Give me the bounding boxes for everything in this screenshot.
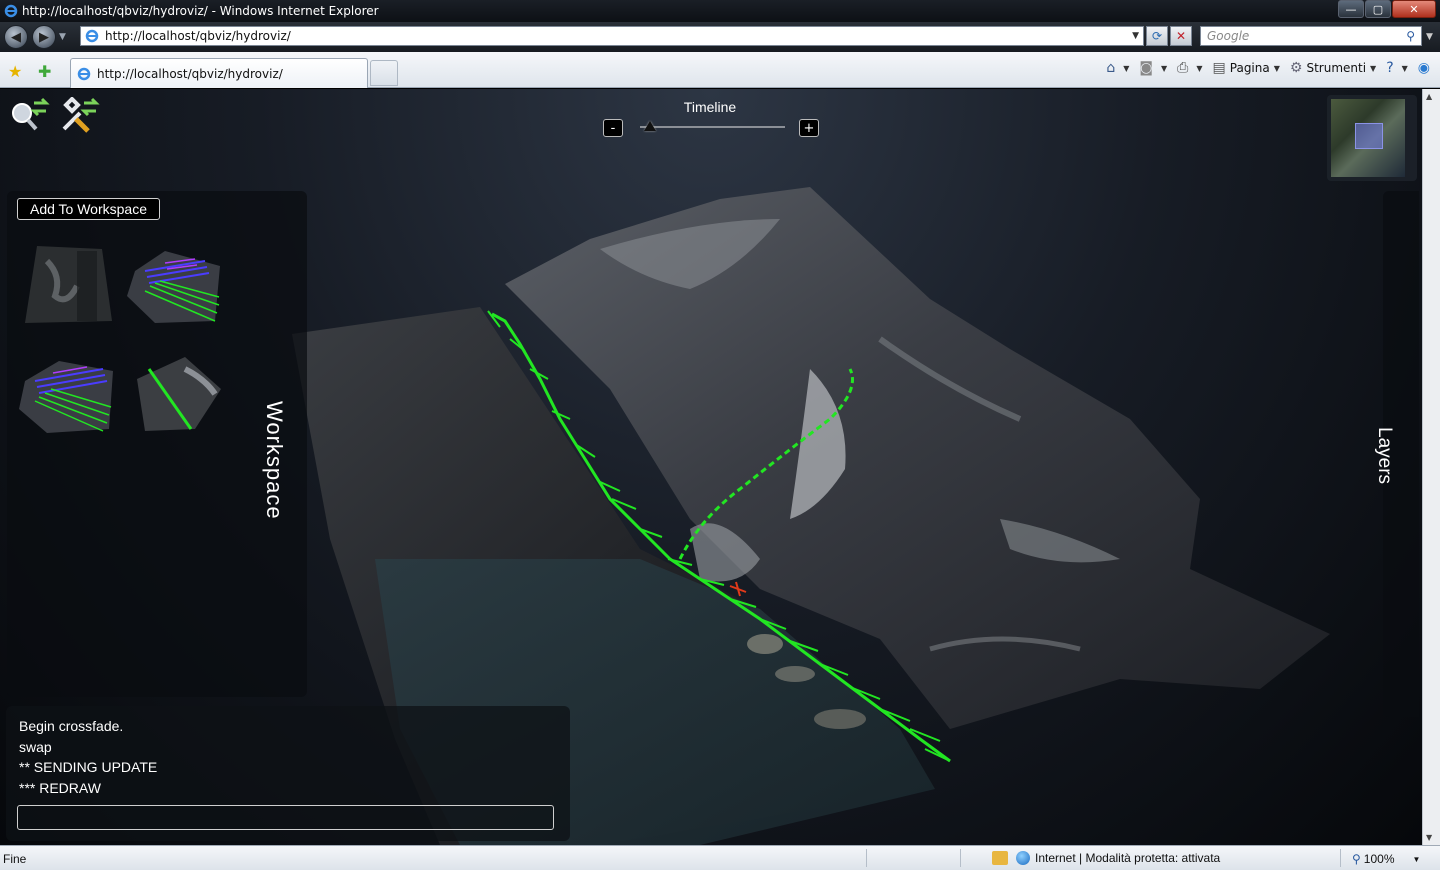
timeline-control: Timeline - + [600,99,822,141]
window-title: http://localhost/qbviz/hydroviz/ - Windo… [22,4,379,18]
timeline-minus-button[interactable]: - [603,119,623,137]
console-line: ** SENDING UPDATE [19,759,158,775]
console-input[interactable] [17,805,554,830]
minimap[interactable] [1327,95,1417,181]
security-zone-label: Internet | Modalità protetta: attivata [1035,851,1221,865]
silverlight-app: Timeline - + Add To Workspace Workspace … [0,89,1422,845]
workspace-thumbnail-terrain-with-path[interactable] [125,349,221,435]
timeline-track[interactable] [640,126,785,128]
title-bar: http://localhost/qbviz/hydroviz/ - Windo… [0,0,1440,22]
forward-button[interactable]: ▶ [32,25,56,49]
stop-button[interactable]: ✕ [1170,26,1192,46]
ie-page-icon [77,67,91,80]
command-items: ⌂ ▼ ◙ ▼ ⎙ ▼ ▤ Pagina ▼ ⚙ Strumenti ▼ ? ▼ ◉ [1096,60,1434,76]
home-button[interactable]: ⌂ ▼ [1106,60,1129,76]
ie-window: http://localhost/qbviz/hydroviz/ - Windo… [0,0,1440,870]
console-line: Begin crossfade. [19,718,124,734]
add-favorite-icon[interactable]: ✚ [38,62,51,81]
status-bar: Fine Internet | Modalità protetta: attiv… [0,845,1440,870]
globe-icon [1016,851,1030,865]
command-bar: ★ ✚ http://localhost/qbviz/hydroviz/ ⌂ ▼ … [0,52,1440,88]
close-button[interactable]: ✕ [1392,0,1436,18]
timeline-label: Timeline [683,99,737,115]
page-menu-label: Pagina [1229,61,1270,75]
back-button[interactable]: ◀ [4,25,28,49]
position-marker [729,581,747,597]
minimap-image [1331,99,1405,177]
workspace-thumbnail-flow-vectors-blue[interactable] [125,241,221,327]
tools-menu-label: Strumenti [1306,61,1367,75]
home-icon: ⌂ [1106,60,1116,76]
console-log: Begin crossfade. swap ** SENDING UPDATE … [19,716,157,798]
print-button[interactable]: ⎙ ▼ [1177,60,1202,76]
console-panel: Begin crossfade. swap ** SENDING UPDATE … [6,706,570,841]
minimap-viewport-indicator[interactable] [1355,123,1383,149]
scroll-up-icon[interactable]: ▲ [1426,92,1432,101]
island [775,666,815,682]
layers-panel-label[interactable]: Layers [1373,427,1395,484]
tools-swap-icon[interactable] [58,97,100,137]
address-dropdown-icon[interactable]: ▼ [1132,31,1139,41]
research-icon: ◉ [1417,60,1430,76]
zoom-control[interactable]: ⚲ 100% ▼ [1352,852,1420,866]
search-icon[interactable]: ⚲ [1406,29,1415,43]
workspace-thumbnail-terrain-photo[interactable] [17,241,113,327]
search-dropdown-icon[interactable]: ▼ [1426,32,1433,42]
add-to-workspace-button[interactable]: Add To Workspace [17,198,160,220]
window-controls: — ▢ ✕ [1337,0,1436,18]
research-button[interactable]: ◉ [1418,60,1434,76]
workspace-panel: Add To Workspace Workspace [7,191,307,697]
search-input[interactable]: Google ⚲ [1200,26,1422,46]
vertical-scrollbar[interactable]: ▲ ▼ [1422,89,1440,845]
console-line: *** REDRAW [19,779,101,796]
tab-hydroviz[interactable]: http://localhost/qbviz/hydroviz/ [70,58,368,88]
page-icon: ▤ [1212,60,1226,76]
console-line: swap [19,738,52,755]
zoom-level: 100% [1363,852,1395,866]
security-zone[interactable]: Internet | Modalità protetta: attivata [992,851,1220,865]
status-text: Fine [3,852,27,866]
gear-icon: ⚙ [1289,60,1303,76]
printer-icon: ⎙ [1177,60,1189,76]
timeline-thumb[interactable] [644,121,657,131]
new-tab-button[interactable] [370,60,398,86]
tab-label: http://localhost/qbviz/hydroviz/ [97,66,283,81]
navigation-bar: ◀ ▶ ▼ http://localhost/qbviz/hydroviz/ ▼… [0,22,1440,52]
feeds-button[interactable]: ◙ ▼ [1139,60,1167,76]
timeline-plus-button[interactable]: + [799,119,819,137]
workspace-panel-label[interactable]: Workspace [261,401,287,521]
scroll-down-icon[interactable]: ▼ [1426,833,1432,842]
address-url[interactable]: http://localhost/qbviz/hydroviz/ [105,29,291,43]
tools-menu[interactable]: ⚙ Strumenti ▼ [1290,60,1376,76]
layers-panel[interactable]: Layers [1374,191,1419,717]
help-button[interactable]: ? ▼ [1386,60,1408,76]
island [747,634,783,654]
workspace-thumbnail-flow-vectors-overview[interactable] [17,349,113,435]
rss-icon: ◙ [1139,60,1154,76]
zoom-swap-icon[interactable] [8,97,50,137]
minimize-button[interactable]: — [1338,0,1364,18]
ie-page-icon [85,29,99,43]
protected-mode-icon [992,851,1008,865]
search-placeholder: Google [1207,29,1250,43]
help-icon: ? [1386,60,1394,76]
refresh-button[interactable]: ⟳ [1146,26,1168,46]
zoom-icon: ⚲ [1352,852,1361,866]
favorites-star-icon[interactable]: ★ [8,62,22,81]
history-dropdown-icon[interactable]: ▼ [59,32,66,42]
maximize-button[interactable]: ▢ [1365,0,1391,18]
zoom-dropdown-icon[interactable]: ▼ [1413,855,1421,864]
ie-logo-icon [4,4,18,18]
address-bar[interactable]: http://localhost/qbviz/hydroviz/ ▼ [80,26,1144,46]
page-menu[interactable]: ▤ Pagina ▼ [1213,60,1280,76]
island [814,709,866,729]
